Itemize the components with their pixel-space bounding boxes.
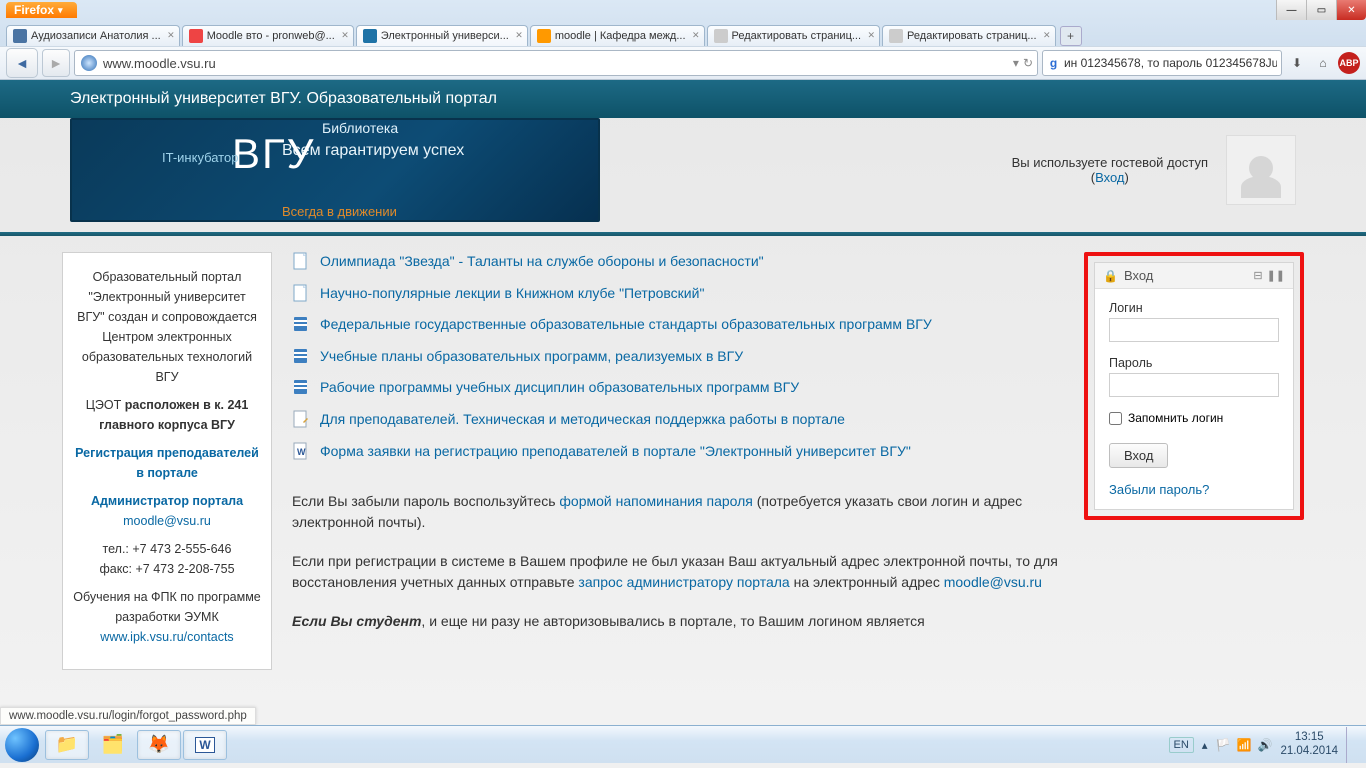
system-tray: EN ▴ 🏳️ 📶 🔊 13:15 21.04.2014 <box>1169 727 1366 763</box>
password-input[interactable] <box>1109 373 1279 397</box>
book-icon <box>292 315 310 335</box>
page-edit-icon <box>292 410 310 430</box>
main-link-5[interactable]: Для преподавателей. Техническая и методи… <box>320 410 845 430</box>
svg-text:W: W <box>297 447 306 457</box>
network-icon[interactable]: 📶 <box>1237 738 1252 752</box>
clock[interactable]: 13:15 21.04.2014 <box>1280 731 1338 757</box>
login-block: 🔒 Вход ⊟❚❚ Логин Пароль Запомнить логин <box>1094 262 1294 510</box>
downloads-icon[interactable]: ⬇ <box>1286 52 1308 74</box>
word-doc-icon: W <box>292 442 310 462</box>
new-tab-button[interactable]: + <box>1060 26 1082 46</box>
avatar-placeholder-icon <box>1226 135 1296 205</box>
fpk-link[interactable]: www.ipk.vsu.ru/contacts <box>100 630 233 644</box>
maximize-button[interactable]: ▭ <box>1306 0 1336 20</box>
login-link[interactable]: Вход <box>1095 170 1124 185</box>
page-icon <box>292 284 310 304</box>
volume-icon[interactable]: 🔊 <box>1257 738 1272 752</box>
adblock-icon[interactable]: ABP <box>1338 52 1360 74</box>
taskbar-firefox-icon[interactable]: 🦊 <box>137 730 181 760</box>
google-icon: g <box>1047 56 1060 70</box>
main-link-2[interactable]: Федеральные государственные образователь… <box>320 315 932 335</box>
url-bar[interactable]: ▾↻ <box>74 50 1038 76</box>
reload-icon[interactable]: ↻ <box>1023 56 1033 70</box>
taskbar-folder-icon[interactable]: 🗂️ <box>91 730 135 760</box>
favicon-icon <box>889 29 903 43</box>
book-icon <box>292 347 310 367</box>
block-minimize-icon[interactable]: ⊟ <box>1253 269 1262 282</box>
lang-indicator[interactable]: EN <box>1169 737 1194 753</box>
start-button[interactable] <box>0 726 44 764</box>
tab-close-icon[interactable]: ✕ <box>341 30 349 41</box>
login-label: Логин <box>1109 301 1279 315</box>
tab-2[interactable]: Электронный универси...✕ <box>356 25 528 46</box>
page-icon <box>292 252 310 272</box>
login-title: Вход <box>1124 268 1153 283</box>
support-email-link[interactable]: moodle@vsu.ru <box>944 574 1042 590</box>
back-button[interactable]: ◄ <box>6 48 38 78</box>
password-label: Пароль <box>1109 356 1279 370</box>
page-viewport: Электронный университет ВГУ. Образовател… <box>0 80 1366 725</box>
login-submit-button[interactable]: Вход <box>1109 443 1168 468</box>
admin-email-link[interactable]: moodle@vsu.ru <box>123 514 211 528</box>
tab-close-icon[interactable]: ✕ <box>692 30 700 41</box>
admin-request-link[interactable]: запрос администратору портала <box>578 574 789 590</box>
user-area: Вы используете гостевой доступ (Вход) <box>1012 135 1296 205</box>
favicon-icon <box>537 29 551 43</box>
dropdown-icon[interactable]: ▾ <box>1013 56 1019 70</box>
lock-icon: 🔒 <box>1103 269 1118 283</box>
registration-link[interactable]: Регистрация преподавателей в портале <box>75 446 259 480</box>
tab-1[interactable]: Moodle вто - pronweb@...✕ <box>182 25 354 46</box>
tab-3[interactable]: moodle | Кафедра межд...✕ <box>530 25 705 46</box>
tab-4[interactable]: Редактировать страниц...✕ <box>707 25 881 46</box>
taskbar-explorer-icon[interactable]: 📁 <box>45 730 89 760</box>
nav-toolbar: ◄ ► ▾↻ g ⬇ ⌂ ABP <box>0 46 1366 80</box>
favicon-icon <box>714 29 728 43</box>
main-link-4[interactable]: Рабочие программы учебных дисциплин обра… <box>320 378 799 398</box>
tray-chevron-icon[interactable]: ▴ <box>1202 738 1208 752</box>
admin-link[interactable]: Администратор портала <box>91 494 243 508</box>
main-link-0[interactable]: Олимпиада "Звезда" - Таланты на службе о… <box>320 252 764 272</box>
window-close-button[interactable]: ✕ <box>1336 0 1366 20</box>
tab-close-icon[interactable]: ✕ <box>167 30 175 41</box>
main-link-3[interactable]: Учебные планы образовательных программ, … <box>320 347 743 367</box>
favicon-icon <box>363 29 377 43</box>
site-title: Электронный университет ВГУ. Образовател… <box>0 80 1366 118</box>
remember-checkbox[interactable] <box>1109 412 1122 425</box>
forgot-password-link[interactable]: Забыли пароль? <box>1109 482 1209 497</box>
password-reminder-link[interactable]: формой напоминания пароля <box>559 493 752 509</box>
main-link-1[interactable]: Научно-популярные лекции в Книжном клубе… <box>320 284 704 304</box>
windows-taskbar: 📁 🗂️ 🦊 W EN ▴ 🏳️ 📶 🔊 13:15 21.04.2014 <box>0 725 1366 763</box>
tab-5[interactable]: Редактировать страниц...✕ <box>882 25 1056 46</box>
block-dock-icon[interactable]: ❚❚ <box>1267 269 1285 282</box>
favicon-icon <box>13 29 27 43</box>
tab-close-icon[interactable]: ✕ <box>1043 30 1051 41</box>
search-input[interactable] <box>1064 56 1277 70</box>
tab-close-icon[interactable]: ✕ <box>868 30 876 41</box>
login-input[interactable] <box>1109 318 1279 342</box>
status-bar: www.moodle.vsu.ru/login/forgot_password.… <box>0 707 256 725</box>
search-bar[interactable]: g <box>1042 50 1282 76</box>
globe-icon <box>81 55 97 71</box>
tab-close-icon[interactable]: ✕ <box>515 30 523 41</box>
forward-button[interactable]: ► <box>42 49 70 77</box>
sidebar-info-box: Образовательный портал "Электронный унив… <box>62 252 272 670</box>
minimize-button[interactable]: — <box>1276 0 1306 20</box>
main-content: Олимпиада "Звезда" - Таланты на службе о… <box>292 252 1064 650</box>
flag-icon[interactable]: 🏳️ <box>1216 738 1231 752</box>
book-icon <box>292 378 310 398</box>
show-desktop-button[interactable] <box>1346 727 1358 763</box>
url-input[interactable] <box>103 56 1013 71</box>
main-link-6[interactable]: Форма заявки на регистрацию преподавател… <box>320 442 911 462</box>
tab-0[interactable]: Аудиозаписи Анатолия ...✕ <box>6 25 180 46</box>
window-controls: — ▭ ✕ <box>1276 0 1366 20</box>
tab-bar: Аудиозаписи Анатолия ...✕ Moodle вто - p… <box>0 20 1366 46</box>
firefox-menu-button[interactable]: Firefox <box>6 2 77 18</box>
favicon-icon <box>189 29 203 43</box>
home-icon[interactable]: ⌂ <box>1312 52 1334 74</box>
browser-chrome: Firefox — ▭ ✕ Аудиозаписи Анатолия ...✕ … <box>0 0 1366 80</box>
taskbar-word-icon[interactable]: W <box>183 730 227 760</box>
login-highlight: 🔒 Вход ⊟❚❚ Логин Пароль Запомнить логин <box>1084 252 1304 520</box>
banner-image: Библиотека Всем гарантируем успех ВГУ Вс… <box>70 118 600 222</box>
